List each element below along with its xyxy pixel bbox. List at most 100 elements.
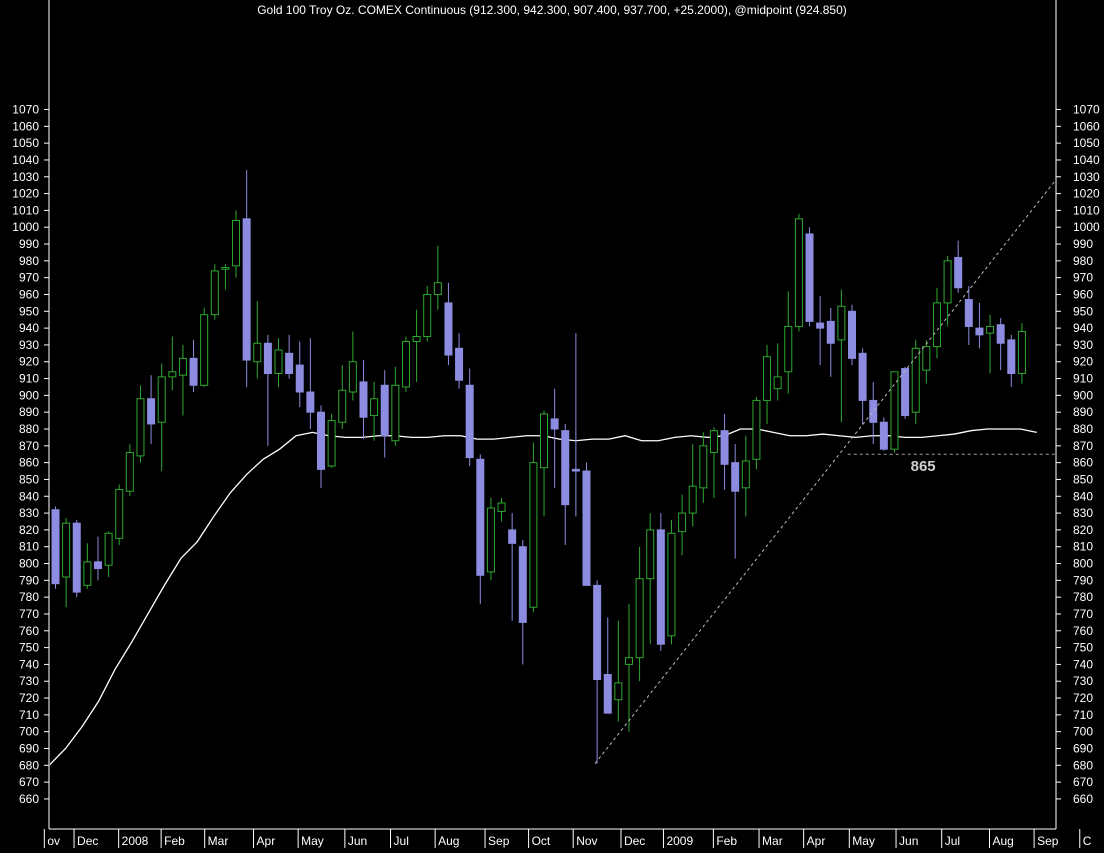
- y-tick-label-left: 920: [19, 355, 39, 369]
- candle-body-down: [964, 299, 973, 327]
- candle: [210, 264, 219, 320]
- x-tick-label: 2008: [122, 834, 149, 848]
- y-tick-label-right: 980: [1073, 254, 1093, 268]
- candle-body-down: [826, 320, 835, 344]
- y-tick-label-left: 690: [19, 741, 39, 755]
- y-tick-label-right: 1060: [1073, 119, 1100, 133]
- candle-body-up: [837, 305, 846, 341]
- x-tick-label: Apr: [807, 834, 826, 848]
- candle-body-down: [317, 411, 325, 470]
- y-tick-label-right: 840: [1073, 489, 1093, 503]
- chart-title: Gold 100 Troy Oz. COMEX Continuous (912.…: [257, 3, 847, 17]
- y-tick-label-left: 1070: [12, 103, 39, 117]
- candle-body-up: [423, 293, 432, 338]
- candle-body-up: [200, 314, 209, 386]
- y-tick-label-right: 660: [1073, 792, 1093, 806]
- y-tick-label-right: 920: [1073, 355, 1093, 369]
- y-tick-label-left: 760: [19, 624, 39, 638]
- y-tick-label-right: 960: [1073, 287, 1093, 301]
- x-tick-label: Oct: [532, 834, 551, 848]
- y-tick-label-right: 850: [1073, 472, 1093, 486]
- y-tick-label-left: 1040: [12, 153, 39, 167]
- y-tick-label-left: 910: [19, 372, 39, 386]
- y-tick-label-left: 970: [19, 271, 39, 285]
- candle-body-up: [614, 682, 623, 701]
- candle-body-down: [550, 418, 559, 430]
- candle-body-up: [370, 398, 379, 417]
- x-tick-label: Mar: [208, 834, 229, 848]
- candle: [115, 484, 124, 546]
- y-tick-label-right: 870: [1073, 439, 1093, 453]
- x-tick-label: Jun: [899, 834, 918, 848]
- candle-body-up: [922, 346, 931, 371]
- y-tick-label-left: 1020: [12, 187, 39, 201]
- candle-body-up: [391, 384, 400, 442]
- y-tick-label-left: 890: [19, 405, 39, 419]
- y-tick-label-right: 950: [1073, 304, 1093, 318]
- candle-body-up: [62, 522, 71, 578]
- candle-body-up: [741, 460, 750, 489]
- support-annotation-label: 865: [911, 458, 936, 475]
- y-tick-label-left: 840: [19, 489, 39, 503]
- candle-body-up: [433, 282, 442, 295]
- y-tick-label-left: 900: [19, 388, 39, 402]
- y-tick-label-right: 1050: [1073, 136, 1100, 150]
- candle: [51, 506, 60, 589]
- candle: [72, 519, 81, 598]
- candle-body-down: [1007, 339, 1016, 375]
- candle-body-up: [688, 485, 697, 514]
- y-tick-label-left: 660: [19, 792, 39, 806]
- x-tick-label: Dec: [624, 834, 645, 848]
- candle: [901, 366, 910, 419]
- y-tick-label-right: 990: [1073, 237, 1093, 251]
- candle-body-down: [444, 302, 453, 356]
- y-tick-label-right: 770: [1073, 607, 1093, 621]
- candle-body-down: [263, 342, 272, 375]
- candle: [667, 519, 676, 645]
- candle-body-down: [455, 347, 464, 381]
- x-tick-label: Mar: [762, 834, 783, 848]
- x-tick-label: Feb: [164, 834, 185, 848]
- candle-body-up: [253, 342, 262, 363]
- x-tick-label: Feb: [716, 834, 737, 848]
- y-tick-label-right: 930: [1073, 338, 1093, 352]
- candle-body-down: [996, 324, 1005, 344]
- candle-body-up: [986, 325, 995, 334]
- candle-body-down: [571, 468, 580, 472]
- y-tick-label-left: 830: [19, 506, 39, 520]
- candle-body-up: [890, 371, 899, 450]
- candle-body-up: [624, 657, 633, 665]
- y-tick-label-right: 820: [1073, 523, 1093, 537]
- candle: [423, 286, 432, 342]
- candle-body-up: [709, 430, 718, 454]
- candle-body-up: [338, 389, 347, 423]
- y-tick-label-left: 820: [19, 523, 39, 537]
- y-tick-label-left: 990: [19, 237, 39, 251]
- y-tick-label-left: 880: [19, 422, 39, 436]
- y-tick-label-left: 870: [19, 439, 39, 453]
- candle: [890, 371, 899, 453]
- x-tick-label: Sep: [1037, 834, 1059, 848]
- y-tick-label-right: 1010: [1073, 203, 1100, 217]
- x-tick-label: Sep: [488, 834, 510, 848]
- y-tick-label-left: 1000: [12, 220, 39, 234]
- y-tick-label-right: 880: [1073, 422, 1093, 436]
- candle-body-up: [157, 376, 166, 423]
- candle-body-down: [593, 584, 602, 681]
- y-tick-label-left: 810: [19, 540, 39, 554]
- candle-body-up: [412, 336, 421, 343]
- candle-body-up: [327, 420, 336, 467]
- candle-body-up: [232, 219, 241, 267]
- x-tick-label: Nov: [576, 834, 597, 848]
- candle: [794, 213, 803, 332]
- candle-body-up: [773, 376, 782, 390]
- candle-body-down: [720, 430, 729, 465]
- candle-body-up: [348, 361, 357, 393]
- y-tick-label-right: 760: [1073, 624, 1093, 638]
- candle-body-up: [678, 512, 687, 533]
- candle-body-up: [794, 218, 803, 327]
- candle-body-up: [115, 489, 124, 539]
- candle-body-down: [465, 384, 474, 459]
- y-tick-label-left: 730: [19, 674, 39, 688]
- x-tick-label: Apr: [257, 834, 276, 848]
